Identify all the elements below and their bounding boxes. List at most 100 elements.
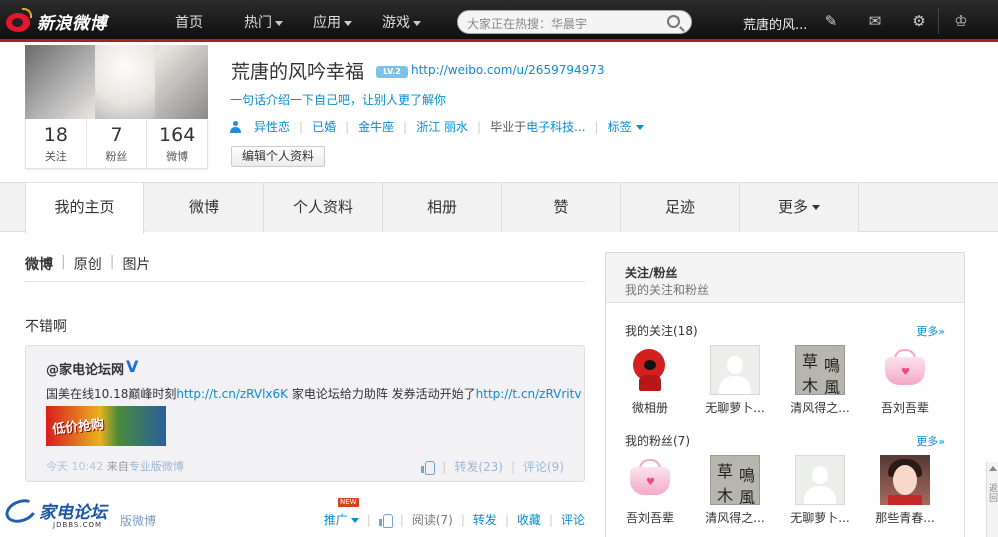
gear-icon[interactable]: ⚙ <box>910 12 928 30</box>
forum-logo-icon <box>2 494 40 527</box>
following-item[interactable]: 无聊萝卜... <box>704 345 766 416</box>
repost-forward-link[interactable]: 转发(23) <box>454 458 503 475</box>
favorite-link[interactable]: 收藏 <box>517 511 541 528</box>
friend-name: 清风得之... <box>790 401 850 415</box>
count-label: 微博 <box>166 150 189 163</box>
filter-images[interactable]: 图片 <box>122 254 150 274</box>
meta-orientation[interactable]: 异性恋 <box>254 118 290 135</box>
profile-tabs: 我的主页 微博 个人资料 相册 赞 足迹 更多 <box>0 182 998 234</box>
nav-apps[interactable]: 应用 <box>313 12 352 32</box>
avatar <box>880 455 930 505</box>
followers-more-link[interactable]: 更多» <box>916 433 945 449</box>
nav-games[interactable]: 游戏 <box>382 12 421 32</box>
repost-source-link[interactable]: 专业版微博 <box>129 460 184 473</box>
follow-fans-panel: 关注/粉丝 我的关注和粉丝 我的关注(18) 更多» 微相册 无聊萝卜... 草… <box>605 252 965 537</box>
like-icon[interactable] <box>378 513 393 528</box>
avatar <box>795 455 845 505</box>
following-item[interactable]: 微相册 <box>619 345 681 416</box>
tab-profile-info[interactable]: 个人资料 <box>264 183 383 232</box>
profile-avatar[interactable] <box>25 45 208 119</box>
user-name-link[interactable]: 荒唐的风... <box>743 14 807 33</box>
count-number: 7 <box>110 124 123 146</box>
nav-home[interactable]: 首页 <box>175 12 203 32</box>
repost-comment-link[interactable]: 评论(9) <box>523 458 564 475</box>
avatar: ♥ <box>625 455 675 505</box>
following-title[interactable]: 我的关注(18) <box>625 322 698 339</box>
search-input[interactable]: 大家正在热搜：华晨宇 <box>467 15 587 32</box>
following-more-link[interactable]: 更多» <box>916 323 945 339</box>
meta-tags[interactable]: 标签 <box>608 118 644 135</box>
tab-weibo[interactable]: 微博 <box>145 183 264 232</box>
tab-likes[interactable]: 赞 <box>502 183 621 232</box>
tab-footprints[interactable]: 足迹 <box>621 183 740 232</box>
repost-author-link[interactable]: @家电论坛网 <box>46 359 124 378</box>
count-number: 18 <box>43 124 68 146</box>
search-icon[interactable] <box>667 15 680 28</box>
verified-icon[interactable]: V <box>126 357 138 376</box>
followers-title[interactable]: 我的粉丝(7) <box>625 432 690 449</box>
chevron-down-icon <box>275 20 283 26</box>
follower-item[interactable]: 那些青春... <box>874 455 936 526</box>
crown-icon[interactable]: ♔ <box>952 12 970 30</box>
profile-url-link[interactable]: http://weibo.com/u/2659794973 <box>411 63 605 77</box>
meta-zodiac[interactable]: 金牛座 <box>358 118 394 135</box>
fans-count[interactable]: 7 粉丝 <box>87 119 148 168</box>
filter-original[interactable]: 原创 <box>74 254 102 274</box>
edit-profile-button[interactable]: 编辑个人资料 <box>231 146 325 167</box>
promote-button[interactable]: 推广 <box>324 511 359 528</box>
nav-games-label: 游戏 <box>382 15 410 31</box>
profile-intro-link[interactable]: 一句话介绍一下自己吧，让别人更了解你 <box>230 91 446 108</box>
nav-hot-label: 热门 <box>244 15 272 31</box>
repost-text-part: 家电论坛给力助阵 发券活动开始了 <box>288 387 476 401</box>
avatar <box>625 345 675 395</box>
profile-meta: 异性恋 | 已婚 | 金牛座 | 浙江 丽水 | 毕业于 电子科技... | 标… <box>230 118 644 135</box>
level-badge[interactable]: LV.2 <box>376 66 408 78</box>
friend-name: 微相册 <box>631 401 668 415</box>
repost-meta: 今天 10:42 来自专业版微博 <box>46 458 184 474</box>
back-to-top-tab[interactable]: 返回 <box>986 462 998 537</box>
follower-item[interactable]: ♥ 吾刘吾辈 <box>619 455 681 526</box>
short-link[interactable]: http://t.cn/zRVlx6K <box>176 387 288 401</box>
new-badge: NEW <box>338 498 359 507</box>
repost-image[interactable]: 低价抢购 <box>46 406 166 446</box>
profile-counts: 18 关注 7 粉丝 164 微博 <box>25 119 208 169</box>
divider: | <box>61 254 66 270</box>
profile-nickname: 荒唐的风吟幸福 <box>231 61 365 83</box>
following-count[interactable]: 18 关注 <box>26 119 87 168</box>
comment-link[interactable]: 评论 <box>561 511 585 528</box>
search-box[interactable]: 大家正在热搜：华晨宇 <box>457 10 692 34</box>
meta-school[interactable]: 电子科技... <box>526 118 585 135</box>
meta-relationship[interactable]: 已婚 <box>312 118 336 135</box>
meta-location[interactable]: 浙江 丽水 <box>416 118 468 135</box>
nav-hot[interactable]: 热门 <box>244 12 283 32</box>
tab-more[interactable]: 更多 <box>740 183 859 232</box>
chevron-down-icon <box>812 205 820 210</box>
edit-icon[interactable]: ✎ <box>822 12 840 30</box>
watermark-sub: JDBBS.COM <box>53 521 103 529</box>
repost-time[interactable]: 今天 10:42 <box>46 460 103 473</box>
read-count: 阅读(7) <box>411 513 453 527</box>
following-item[interactable]: ♥ 吾刘吾辈 <box>874 345 936 416</box>
mail-icon[interactable]: ✉ <box>866 12 884 30</box>
like-icon[interactable] <box>421 460 436 475</box>
divider: | <box>504 512 509 527</box>
chevron-down-icon <box>350 518 359 523</box>
weibo-logo[interactable]: 新浪微博 <box>4 6 107 36</box>
follower-item[interactable]: 无聊萝卜... <box>789 455 851 526</box>
tags-label: 标签 <box>607 120 632 134</box>
tab-album[interactable]: 相册 <box>383 183 502 232</box>
post-source-link[interactable]: 版微博 <box>120 512 156 529</box>
tab-my-home[interactable]: 我的主页 <box>25 183 144 234</box>
weibo-eye-icon <box>4 8 34 34</box>
filter-all[interactable]: 微博 <box>25 254 53 274</box>
forward-link[interactable]: 转发 <box>473 511 497 528</box>
person-icon <box>230 120 241 133</box>
forum-watermark: 家电论坛 JDBBS.COM <box>2 494 107 529</box>
divider: | <box>109 254 115 270</box>
following-item[interactable]: 草 鳴 木 風 清风得之... <box>789 345 851 416</box>
logo-text: 新浪微博 <box>37 13 107 34</box>
follower-item[interactable]: 草 鳴 木 風 清风得之... <box>704 455 766 526</box>
short-link[interactable]: http://t.cn/zRVritv <box>476 387 582 401</box>
image-caption: 低价抢购 <box>51 417 105 438</box>
weibo-count[interactable]: 164 微博 <box>147 119 207 168</box>
